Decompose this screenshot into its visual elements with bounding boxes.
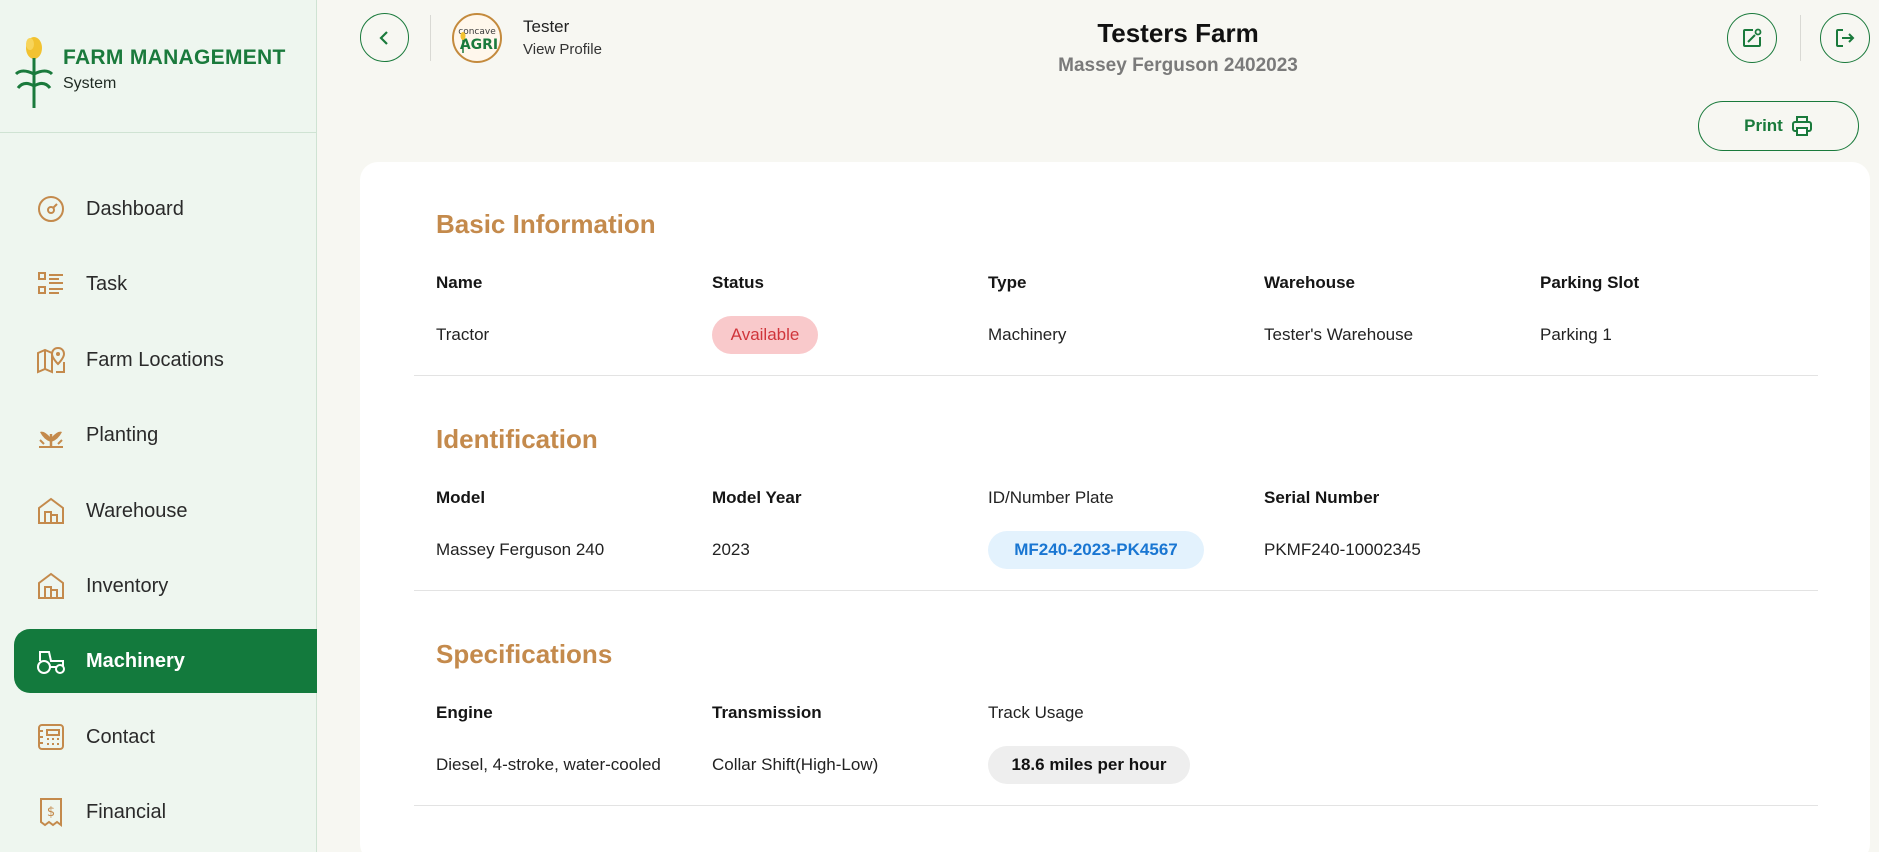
serial-value: PKMF240-10002345 — [1264, 540, 1421, 559]
model-year-value: 2023 — [712, 540, 750, 559]
transmission-header: Transmission — [712, 703, 822, 722]
map-pin-icon — [36, 345, 66, 375]
model-year-header: Model Year — [712, 488, 802, 507]
inventory-icon — [36, 571, 66, 601]
sidebar-item-label: Financial — [86, 800, 167, 823]
sidebar-item-label: Planting — [86, 423, 159, 446]
plate-badge: MF240-2023-PK4567 — [988, 531, 1204, 569]
section-divider — [414, 375, 1818, 376]
back-button[interactable] — [360, 13, 409, 62]
page-subtitle: Massey Ferguson 2402023 — [1058, 55, 1298, 76]
model-header: Model — [436, 488, 486, 507]
status-badge: Available — [712, 316, 818, 354]
section-divider — [414, 805, 1818, 806]
warehouse-header: Warehouse — [1264, 273, 1356, 292]
logout-button[interactable] — [1820, 13, 1870, 63]
sidebar-item-dashboard[interactable]: Dashboard — [14, 177, 317, 241]
tractor-icon — [36, 646, 66, 676]
machinery-detail-card: Basic Information Name Status Type Wareh… — [360, 162, 1870, 852]
section-divider — [414, 590, 1818, 591]
profile-name: Tester — [523, 17, 570, 36]
avatar[interactable]: concave AGRI — [452, 13, 502, 63]
warehouse-value: Tester's Warehouse — [1264, 325, 1414, 344]
sidebar-item-contact[interactable]: Contact — [14, 705, 317, 769]
section-title-basic: Basic Information — [436, 209, 656, 239]
status-header: Status — [712, 273, 764, 292]
sidebar-item-label: Warehouse — [86, 499, 188, 522]
engine-header: Engine — [436, 703, 493, 722]
sidebar-item-task[interactable]: Task — [14, 252, 317, 316]
logout-icon — [1836, 29, 1855, 47]
task-list-icon — [36, 269, 66, 299]
sidebar-item-farm-locations[interactable]: Farm Locations — [14, 328, 317, 392]
name-header: Name — [436, 273, 483, 292]
section-title-identification: Identification — [436, 424, 598, 454]
sidebar-item-inventory[interactable]: Inventory — [14, 554, 317, 618]
usage-badge: 18.6 miles per hour — [988, 746, 1190, 784]
sidebar-item-warehouse[interactable]: Warehouse — [14, 479, 317, 543]
sidebar-item-label: Dashboard — [86, 197, 184, 220]
serial-header: Serial Number — [1264, 488, 1380, 507]
plant-icon — [36, 420, 66, 450]
printer-icon — [1791, 116, 1812, 136]
sidebar-item-financial[interactable]: $ Financial — [14, 780, 317, 844]
sidebar-item-label: Inventory — [86, 574, 169, 597]
page-title: Testers Farm — [1097, 18, 1259, 48]
share-button[interactable] — [1727, 13, 1777, 63]
transmission-value: Collar Shift(High-Low) — [712, 755, 879, 774]
sidebar-item-label: Task — [86, 272, 128, 295]
print-button[interactable]: Print — [1698, 101, 1859, 151]
svg-text:AGRI: AGRI — [460, 37, 498, 53]
parking-value: Parking 1 — [1540, 325, 1612, 344]
type-header: Type — [988, 273, 1027, 292]
receipt-icon: $ — [36, 797, 66, 827]
name-value: Tractor — [436, 325, 490, 344]
contact-icon — [36, 722, 66, 752]
chevron-left-icon — [378, 30, 388, 45]
sidebar-item-label: Contact — [86, 725, 155, 748]
svg-text:$: $ — [47, 805, 55, 820]
gauge-icon — [36, 194, 66, 224]
sidebar: FARM MANAGEMENT System Dashboard Task Fa… — [0, 0, 317, 852]
concave-agri-logo-icon: concave AGRI — [458, 27, 498, 53]
sidebar-item-planting[interactable]: Planting — [14, 403, 317, 467]
external-link-icon — [1743, 28, 1762, 47]
brand-title: FARM MANAGEMENT — [63, 46, 286, 69]
usage-header: Track Usage — [988, 703, 1084, 722]
plate-header: ID/Number Plate — [988, 488, 1114, 507]
section-title-specifications: Specifications — [436, 639, 613, 669]
view-profile-link[interactable]: View Profile — [523, 41, 602, 58]
header-divider — [430, 15, 431, 61]
engine-value: Diesel, 4-stroke, water-cooled — [436, 755, 661, 774]
header-divider — [1800, 15, 1801, 61]
type-value: Machinery — [988, 325, 1067, 344]
sidebar-item-label: Farm Locations — [86, 348, 224, 371]
farm-logo-icon — [14, 37, 54, 108]
sidebar-item-label: Machinery — [86, 649, 185, 672]
sidebar-item-machinery[interactable]: Machinery — [14, 629, 317, 693]
parking-header: Parking Slot — [1540, 273, 1640, 292]
model-value: Massey Ferguson 240 — [436, 540, 605, 559]
brand-header: FARM MANAGEMENT System — [0, 0, 316, 133]
warehouse-icon — [36, 496, 66, 526]
print-label: Print — [1744, 116, 1783, 135]
brand-subtitle: System — [63, 75, 117, 92]
